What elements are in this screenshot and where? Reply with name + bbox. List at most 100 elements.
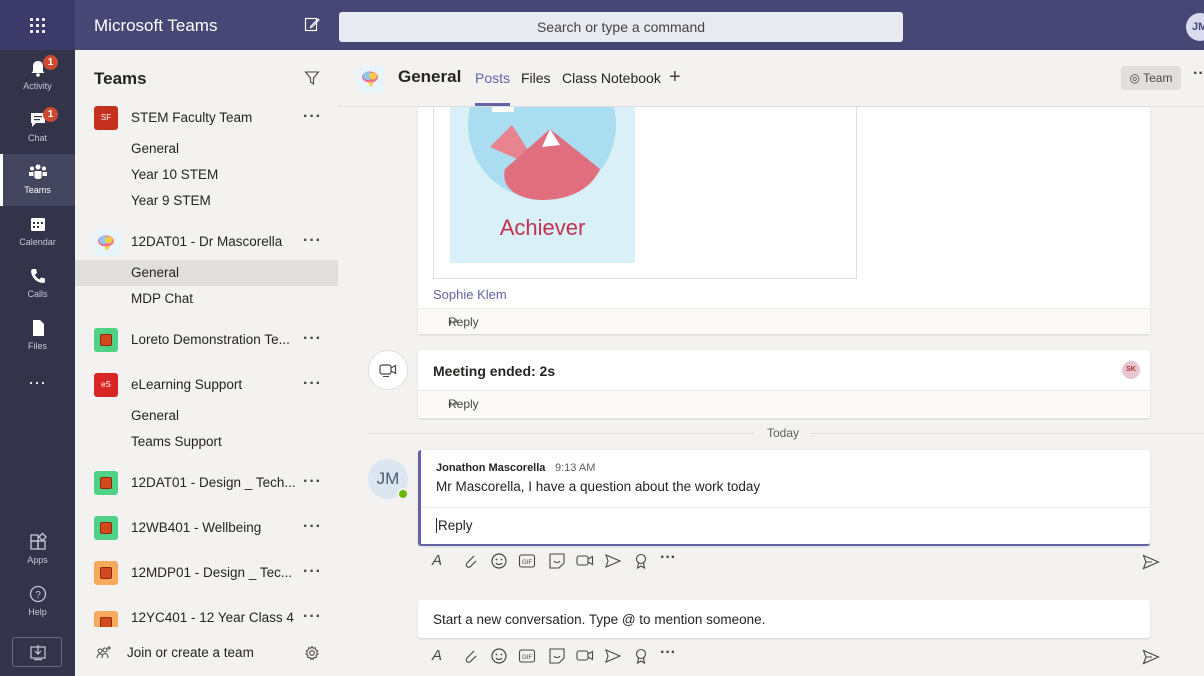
praise-icon[interactable] (632, 647, 650, 665)
team-name: 12DAT01 - Dr Mascorella (131, 234, 283, 249)
rail-label: Activity (23, 81, 52, 91)
gear-icon[interactable] (304, 645, 320, 661)
sticker-icon[interactable] (548, 647, 566, 665)
team-logo (94, 230, 120, 256)
badge-title: Achiever (499, 215, 586, 240)
rail-teams[interactable]: Teams (0, 154, 75, 206)
download-app-button[interactable] (12, 637, 62, 667)
team-name: STEM Faculty Team (131, 110, 253, 125)
channel-item[interactable]: General (75, 403, 338, 429)
app-launcher-button[interactable] (0, 0, 75, 50)
channel-item[interactable]: Year 10 STEM (75, 162, 338, 188)
rail-chat[interactable]: Chat 1 (0, 102, 75, 154)
team-more-button[interactable]: ··· (303, 558, 322, 586)
team-more-button[interactable]: ··· (303, 468, 322, 496)
tab-files[interactable]: Files (521, 70, 551, 86)
emoji-icon[interactable] (490, 552, 508, 570)
message-body: Mr Mascorella, I have a question about t… (436, 479, 761, 494)
gif-icon[interactable]: GIF (518, 647, 536, 665)
send-icon[interactable] (1142, 553, 1160, 571)
user-avatar[interactable]: JM (1186, 13, 1204, 41)
meet-now-icon[interactable] (576, 552, 594, 570)
header-more-button[interactable]: ·· (1193, 65, 1204, 83)
team-more-button[interactable]: ··· (303, 513, 322, 541)
reply-compose-toolbar: A GIF ··· (432, 549, 1192, 575)
team-more-button[interactable]: ··· (303, 370, 322, 398)
rail-label: Calendar (19, 237, 56, 247)
team-name: eLearning Support (131, 377, 243, 392)
meeting-title[interactable]: Meeting ended: 2s (433, 363, 555, 379)
format-icon[interactable]: A (432, 647, 450, 665)
more-options-icon[interactable]: ··· (660, 549, 678, 567)
team-logo (94, 471, 118, 495)
divider (421, 507, 1150, 508)
badge-sender-name[interactable]: Sophie Klem (433, 287, 507, 302)
tab-posts[interactable]: Posts (475, 70, 511, 106)
rail-apps[interactable]: Apps (0, 524, 75, 576)
attach-icon[interactable] (462, 552, 480, 570)
badge-card: Achiever (433, 107, 857, 279)
tab-class-notebook[interactable]: Class Notebook (562, 70, 661, 86)
rail-label: Chat (27, 133, 47, 143)
team-stem-faculty[interactable]: SF STEM Faculty Team ··· (75, 103, 338, 133)
schedule-send-icon[interactable] (604, 647, 622, 665)
send-icon[interactable] (1142, 648, 1160, 666)
file-icon (32, 320, 44, 336)
emoji-icon[interactable] (490, 647, 508, 665)
team-logo (94, 516, 118, 540)
team-12dat01-mascorella[interactable]: 12DAT01 - Dr Mascorella ··· (75, 227, 338, 257)
channel-item[interactable]: General (75, 136, 338, 162)
notification-badge: 1 (43, 107, 58, 122)
team-logo (94, 328, 118, 352)
channel-item-selected[interactable]: General (75, 260, 338, 286)
team-12yc401-class[interactable]: 12YC401 - 12 Year Class 4 ··· (75, 603, 338, 627)
team-loreto[interactable]: Loreto Demonstration Te... ··· (75, 325, 338, 355)
channel-team-logo (358, 66, 384, 92)
team-12wb401-wellbeing[interactable]: 12WB401 - Wellbeing ··· (75, 513, 338, 543)
more-icon: ... (28, 368, 47, 388)
video-camera-icon (379, 364, 397, 377)
filter-icon[interactable] (304, 70, 320, 86)
meet-now-icon[interactable] (576, 647, 594, 665)
gif-icon[interactable]: GIF (518, 552, 536, 570)
team-elearning-support[interactable]: eS eLearning Support ··· (75, 370, 338, 400)
schedule-send-icon[interactable] (604, 552, 622, 570)
team-more-button[interactable]: ··· (303, 603, 322, 627)
channel-item[interactable]: Teams Support (75, 429, 338, 455)
help-icon: ? (29, 585, 46, 603)
team-12dat01-design[interactable]: 12DAT01 - Design _ Tech... ··· (75, 468, 338, 498)
search-input[interactable]: Search or type a command (339, 12, 903, 42)
join-create-team-button[interactable]: Join or create a team (75, 638, 338, 668)
rail-files[interactable]: Files (0, 310, 75, 362)
participant-avatar: SK (1122, 361, 1140, 379)
top-bar: Microsoft Teams Search or type a command… (0, 0, 1204, 50)
rail-calls[interactable]: Calls (0, 258, 75, 310)
reply-input[interactable]: Reply (436, 518, 473, 533)
rail-activity[interactable]: Activity 1 (0, 50, 75, 102)
more-options-icon[interactable]: ··· (660, 644, 678, 662)
reply-button[interactable]: ↩ Reply (418, 308, 1150, 334)
rail-help[interactable]: ? Help (0, 576, 75, 628)
praise-icon[interactable] (632, 552, 650, 570)
new-conversation-placeholder: Start a new conversation. Type @ to ment… (433, 612, 766, 627)
team-more-button[interactable]: ··· (303, 227, 322, 255)
teams-panel: Teams SF STEM Faculty Team ··· General Y… (75, 50, 338, 676)
sticker-icon[interactable] (548, 552, 566, 570)
team-more-button[interactable]: ··· (303, 103, 322, 131)
new-conversation-input[interactable]: Start a new conversation. Type @ to ment… (418, 600, 1150, 638)
rail-more[interactable]: ... (0, 368, 75, 420)
team-more-button[interactable]: ··· (303, 325, 322, 353)
rail-calendar[interactable]: Calendar (0, 206, 75, 258)
eye-icon: ◎ (1129, 71, 1140, 85)
team-info-button[interactable]: ◎ Team (1121, 66, 1181, 90)
format-icon[interactable]: A (432, 552, 450, 570)
compose-icon[interactable] (304, 16, 320, 32)
add-tab-button[interactable]: + (669, 66, 681, 89)
attach-icon[interactable] (462, 647, 480, 665)
message-author[interactable]: Jonathon Mascorella (436, 462, 545, 474)
add-team-icon (96, 646, 111, 659)
channel-item[interactable]: MDP Chat (75, 286, 338, 312)
reply-button[interactable]: ↩ Reply (418, 390, 1150, 416)
channel-item[interactable]: Year 9 STEM (75, 188, 338, 214)
team-12mdp01-design[interactable]: 12MDP01 - Design _ Tec... ··· (75, 558, 338, 588)
